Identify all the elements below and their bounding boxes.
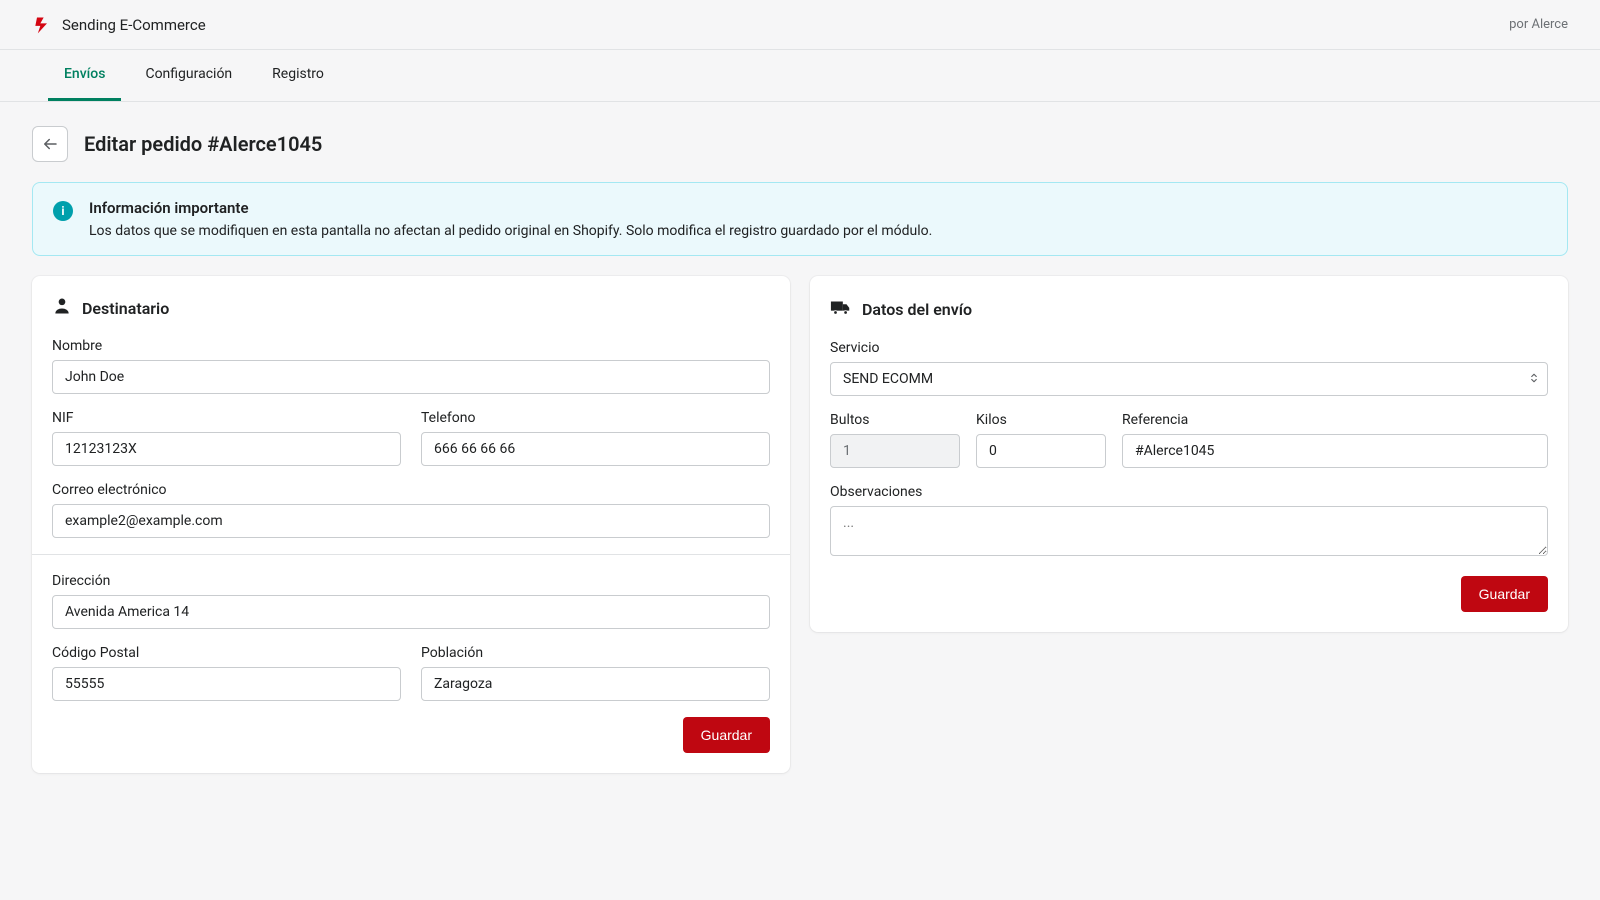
notes-textarea[interactable]	[830, 506, 1548, 556]
city-input[interactable]	[421, 667, 770, 701]
brand-logo-icon	[32, 15, 52, 35]
arrow-left-icon	[41, 135, 59, 153]
postal-input[interactable]	[52, 667, 401, 701]
info-icon: i	[53, 201, 73, 221]
kilos-label: Kilos	[976, 412, 1106, 428]
back-button[interactable]	[32, 126, 68, 162]
alert-title: Información importante	[89, 199, 932, 217]
shipment-card-title: Datos del envío	[862, 300, 972, 319]
name-label: Nombre	[52, 338, 770, 354]
tab-configuracion[interactable]: Configuración	[129, 50, 248, 101]
info-alert: i Información importante Los datos que s…	[32, 182, 1568, 256]
nif-label: NIF	[52, 410, 401, 426]
name-input[interactable]	[52, 360, 770, 394]
packages-input	[830, 434, 960, 468]
reference-input[interactable]	[1122, 434, 1548, 468]
address-input[interactable]	[52, 595, 770, 629]
truck-icon	[830, 296, 852, 322]
page-title: Editar pedido #Alerce1045	[84, 132, 322, 156]
nav-tabs: Envíos Configuración Registro	[0, 50, 1600, 102]
notes-label: Observaciones	[830, 484, 1548, 500]
recipient-card: Destinatario Nombre NIF Telefono Correo …	[32, 276, 790, 773]
kilos-input[interactable]	[976, 434, 1106, 468]
app-name: Sending E-Commerce	[62, 16, 206, 34]
vendor-label: por Alerce	[1509, 17, 1568, 32]
divider	[32, 554, 790, 555]
phone-input[interactable]	[421, 432, 770, 466]
service-select[interactable]: SEND ECOMM	[830, 362, 1548, 396]
page-body: Editar pedido #Alerce1045 i Información …	[0, 102, 1600, 797]
postal-label: Código Postal	[52, 645, 401, 661]
shipment-save-button[interactable]: Guardar	[1461, 576, 1548, 612]
page-head: Editar pedido #Alerce1045	[32, 126, 1568, 162]
nif-input[interactable]	[52, 432, 401, 466]
shipment-card: Datos del envío Servicio SEND ECOMM Bult…	[810, 276, 1568, 632]
service-label: Servicio	[830, 340, 1548, 356]
phone-label: Telefono	[421, 410, 770, 426]
packages-label: Bultos	[830, 412, 960, 428]
email-input[interactable]	[52, 504, 770, 538]
recipient-save-button[interactable]: Guardar	[683, 717, 770, 753]
recipient-card-title: Destinatario	[82, 299, 169, 318]
brand: Sending E-Commerce	[32, 15, 206, 35]
person-icon	[52, 296, 72, 320]
topbar: Sending E-Commerce por Alerce	[0, 0, 1600, 50]
city-label: Población	[421, 645, 770, 661]
reference-label: Referencia	[1122, 412, 1548, 428]
tab-registro[interactable]: Registro	[256, 50, 340, 101]
alert-text: Los datos que se modifiquen en esta pant…	[89, 223, 932, 239]
tab-envios[interactable]: Envíos	[48, 50, 121, 101]
email-label: Correo electrónico	[52, 482, 770, 498]
address-label: Dirección	[52, 573, 770, 589]
